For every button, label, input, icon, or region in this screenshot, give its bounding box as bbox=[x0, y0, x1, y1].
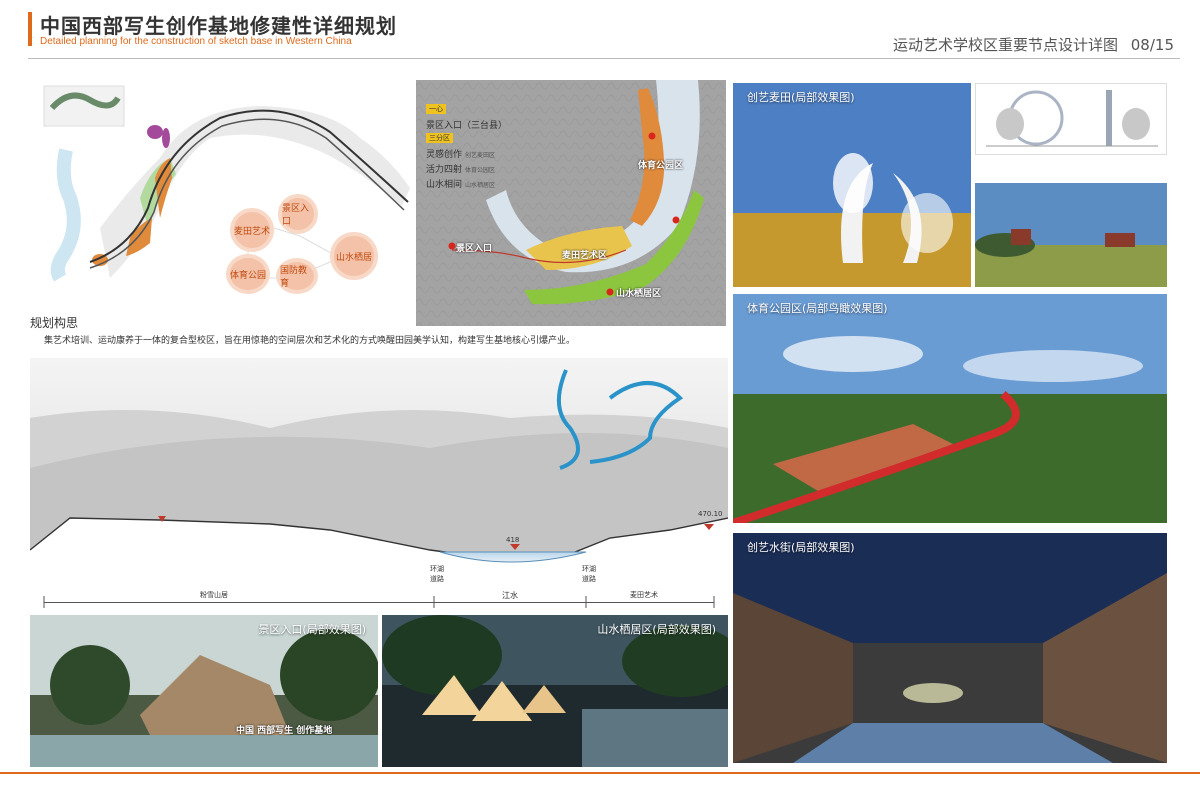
wheat-render-image bbox=[733, 83, 971, 287]
legend-zone-3: 山水相间 山水栖居区 bbox=[426, 177, 507, 190]
concept-title: 规划构思 bbox=[30, 316, 79, 330]
horse-sculpture-render bbox=[975, 183, 1167, 287]
node-wheat-art: 麦田艺术 bbox=[230, 208, 274, 252]
dim-label-water: 江水 bbox=[502, 591, 518, 600]
node-sports: 体育公园 bbox=[226, 254, 270, 294]
dim-label-left: 粉雪山居 bbox=[200, 591, 228, 599]
elevation-water: 418 bbox=[506, 536, 520, 544]
map-label-sports: 体育公园区 bbox=[638, 161, 684, 171]
legend-one-tag: 一心 bbox=[426, 104, 446, 114]
concept-body: 集艺术培训、运动康养于一体的复合型校区，旨在用惊艳的空间层次和艺术化的方式唤醒田… bbox=[44, 336, 576, 346]
legend-one: 景区入口（三台县） bbox=[426, 121, 508, 131]
title-accent-bar bbox=[28, 12, 32, 46]
photo-label-entrance: 景区入口(局部效果图) bbox=[258, 623, 366, 636]
road-left: 环湖 道路 bbox=[430, 565, 444, 583]
cabins-render: 山水栖居区(局部效果图) bbox=[382, 615, 728, 767]
water-street-render: 创艺水街(局部效果图) bbox=[733, 533, 1167, 763]
street-render-image bbox=[733, 533, 1167, 763]
zone-label: 活力四射 bbox=[426, 165, 463, 175]
legend-three-tag: 三分区 bbox=[426, 133, 453, 143]
sculpture-elevation-image bbox=[986, 90, 1158, 147]
gate-sign: 中国 西部写生 创作基地 bbox=[236, 726, 333, 736]
road-right: 环湖 道路 bbox=[582, 565, 596, 583]
photo-label-street: 创艺水街(局部效果图) bbox=[747, 541, 855, 554]
entrance-render-image bbox=[30, 615, 378, 767]
section-subtitle: 运动艺术学校区重要节点设计详图 08/15 bbox=[893, 34, 1174, 55]
zoning-aerial-map: 一心 景区入口（三台县） 三分区 灵感创作 创艺麦田区 活力四射 体育公园区 山水相… bbox=[416, 80, 726, 326]
page-title: 中国西部写生创作基地修建性详细规划 bbox=[40, 14, 397, 38]
terrain-section: 418 470.10 环湖 道路 环湖 道路 粉雪山居 江水 麦田艺术 bbox=[30, 358, 728, 612]
node-entrance: 景区入口 bbox=[278, 194, 318, 234]
sports-park-render: 体育公园区(局部鸟瞰效果图) bbox=[733, 294, 1167, 523]
map-label-entrance: 景区入口 bbox=[456, 244, 493, 254]
zone-sub: 山水栖居区 bbox=[465, 182, 496, 189]
map-label-living: 山水栖居区 bbox=[616, 289, 662, 299]
zone-label: 山水相间 bbox=[426, 180, 463, 190]
page-title-english: Detailed planning for the construction o… bbox=[40, 36, 352, 47]
horse-render-image bbox=[975, 183, 1167, 287]
zoning-legend: 一心 景区入口（三台县） 三分区 灵感创作 创艺麦田区 活力四射 体育公园区 山水相… bbox=[426, 104, 507, 192]
dim-label-right: 麦田艺术 bbox=[630, 591, 658, 599]
elevation-right: 470.10 bbox=[698, 510, 723, 518]
cabins-render-image bbox=[382, 615, 728, 767]
dimension-line bbox=[44, 602, 714, 603]
zone-sub: 体育公园区 bbox=[465, 167, 496, 174]
node-defense: 国防教育 bbox=[276, 258, 318, 294]
wheat-field-render: 创艺麦田(局部效果图) bbox=[733, 83, 971, 287]
page-number: 08/15 bbox=[1130, 36, 1174, 54]
subtitle-text: 运动艺术学校区重要节点设计详图 bbox=[892, 36, 1118, 54]
masterplan-diagram: 景区入口 麦田艺术 山水栖居 体育公园 国防教育 bbox=[30, 78, 420, 294]
photo-label-wheat: 创艺麦田(局部效果图) bbox=[747, 91, 855, 104]
zone-sub: 创艺麦田区 bbox=[465, 152, 496, 159]
zone-label: 灵感创作 bbox=[426, 150, 463, 160]
footer-divider bbox=[0, 772, 1200, 774]
sculpture-elevation bbox=[975, 83, 1167, 155]
park-render-image bbox=[733, 294, 1167, 523]
map-label-wheat: 麦田艺术区 bbox=[562, 251, 608, 261]
legend-zone-1: 灵感创作 创艺麦田区 bbox=[426, 147, 507, 160]
photo-label-cabins: 山水栖居区(局部效果图) bbox=[597, 623, 716, 636]
entrance-render: 景区入口(局部效果图) 中国 西部写生 创作基地 bbox=[30, 615, 378, 767]
section-drawing bbox=[30, 358, 728, 612]
node-living: 山水栖居 bbox=[330, 232, 378, 280]
header-divider bbox=[28, 58, 1180, 59]
photo-label-park: 体育公园区(局部鸟瞰效果图) bbox=[747, 302, 888, 315]
legend-zone-2: 活力四射 体育公园区 bbox=[426, 162, 507, 175]
